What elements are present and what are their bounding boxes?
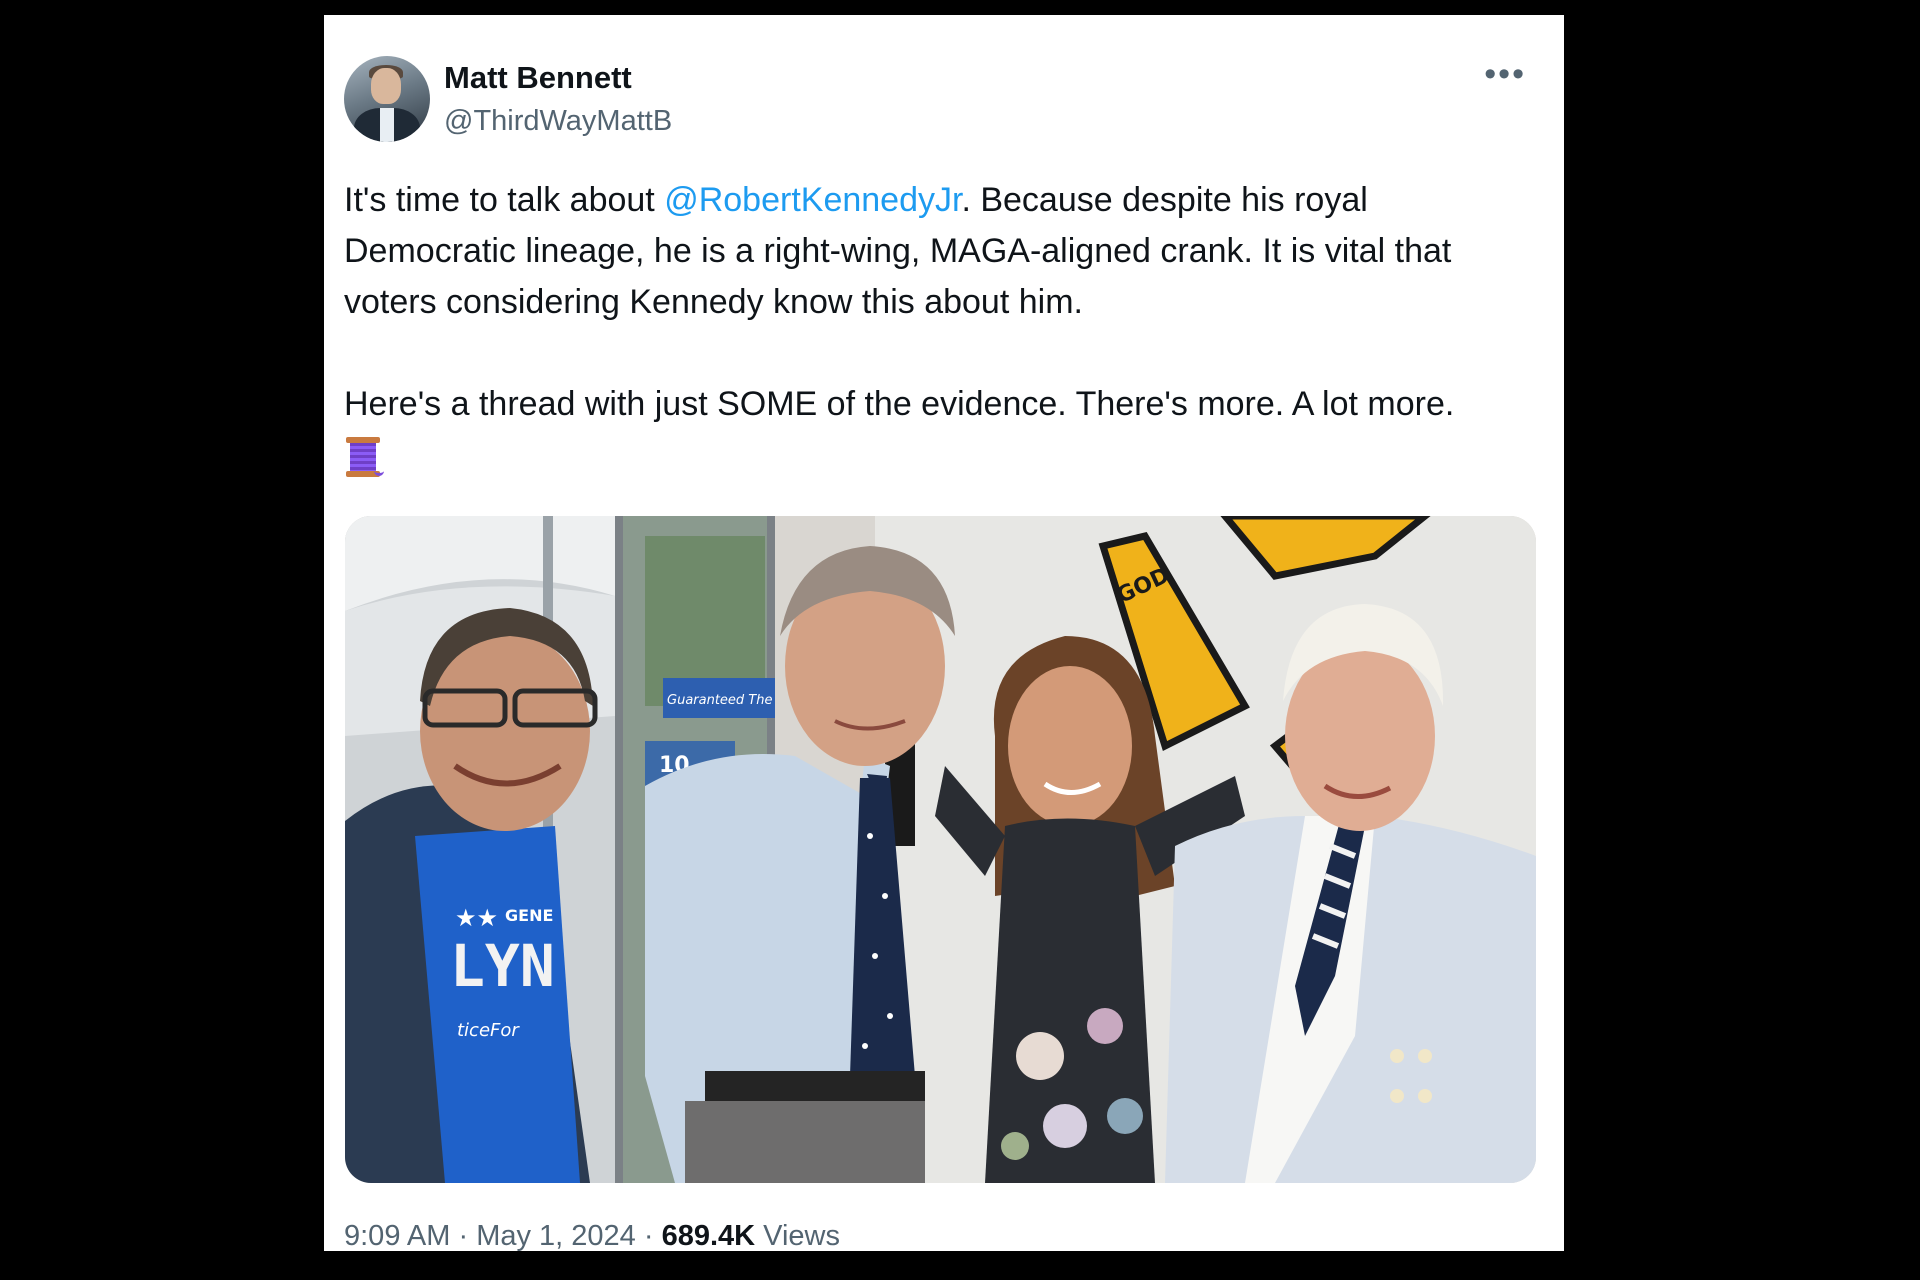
mention-link[interactable]: @RobertKennedyJr [664,181,961,219]
author-handle[interactable]: @ThirdWayMattB [444,105,672,138]
banner-text: Guaranteed The [667,693,773,708]
tweet-timestamp: 9:09 AM · May 1, 2024 · 689.4K Views [344,1220,840,1253]
separator-dot-2: · [635,1220,662,1252]
shirt-word-main: LYN [450,932,555,1000]
spool-of-thread-icon [344,435,384,479]
tweet-paragraph-1: It's time to talk about @RobertKennedyJr… [344,175,1544,328]
separator-dot: · [450,1220,477,1252]
author-avatar[interactable] [344,56,430,142]
more-horizontal-icon[interactable]: ••• [1484,57,1526,91]
tweet-paragraph-2: Here's a thread with just SOME of the ev… [344,379,1544,430]
tweet-date[interactable]: May 1, 2024 [476,1220,636,1252]
tweet-card: Matt Bennett @ThirdWayMattB ••• It's tim… [324,15,1564,1253]
text-part-3: Here's a thread with just SOME of the ev… [344,385,1455,423]
avatar-shirt [380,108,394,142]
shirt-stars: ★★ [455,904,498,932]
shirt-word-bottom: ticeFor [457,1020,520,1041]
shirt-word-top: GENE [505,906,553,925]
author-name[interactable]: Matt Bennett [444,60,632,96]
tweet-text: It's time to talk about @RobertKennedyJr… [344,175,1544,481]
photo-illustration: Guaranteed The 10 GOD * ★★ GENE LYN tice… [345,516,1536,1183]
tweet-time[interactable]: 9:09 AM [344,1220,450,1252]
tweet-photo[interactable]: Guaranteed The 10 GOD * ★★ GENE LYN tice… [345,516,1536,1183]
views-label: Views [755,1220,840,1252]
text-part-1: It's time to talk about [344,181,665,219]
avatar-face [371,68,401,104]
tweet-paragraph-3 [344,430,1544,481]
views-count: 689.4K [661,1220,756,1252]
